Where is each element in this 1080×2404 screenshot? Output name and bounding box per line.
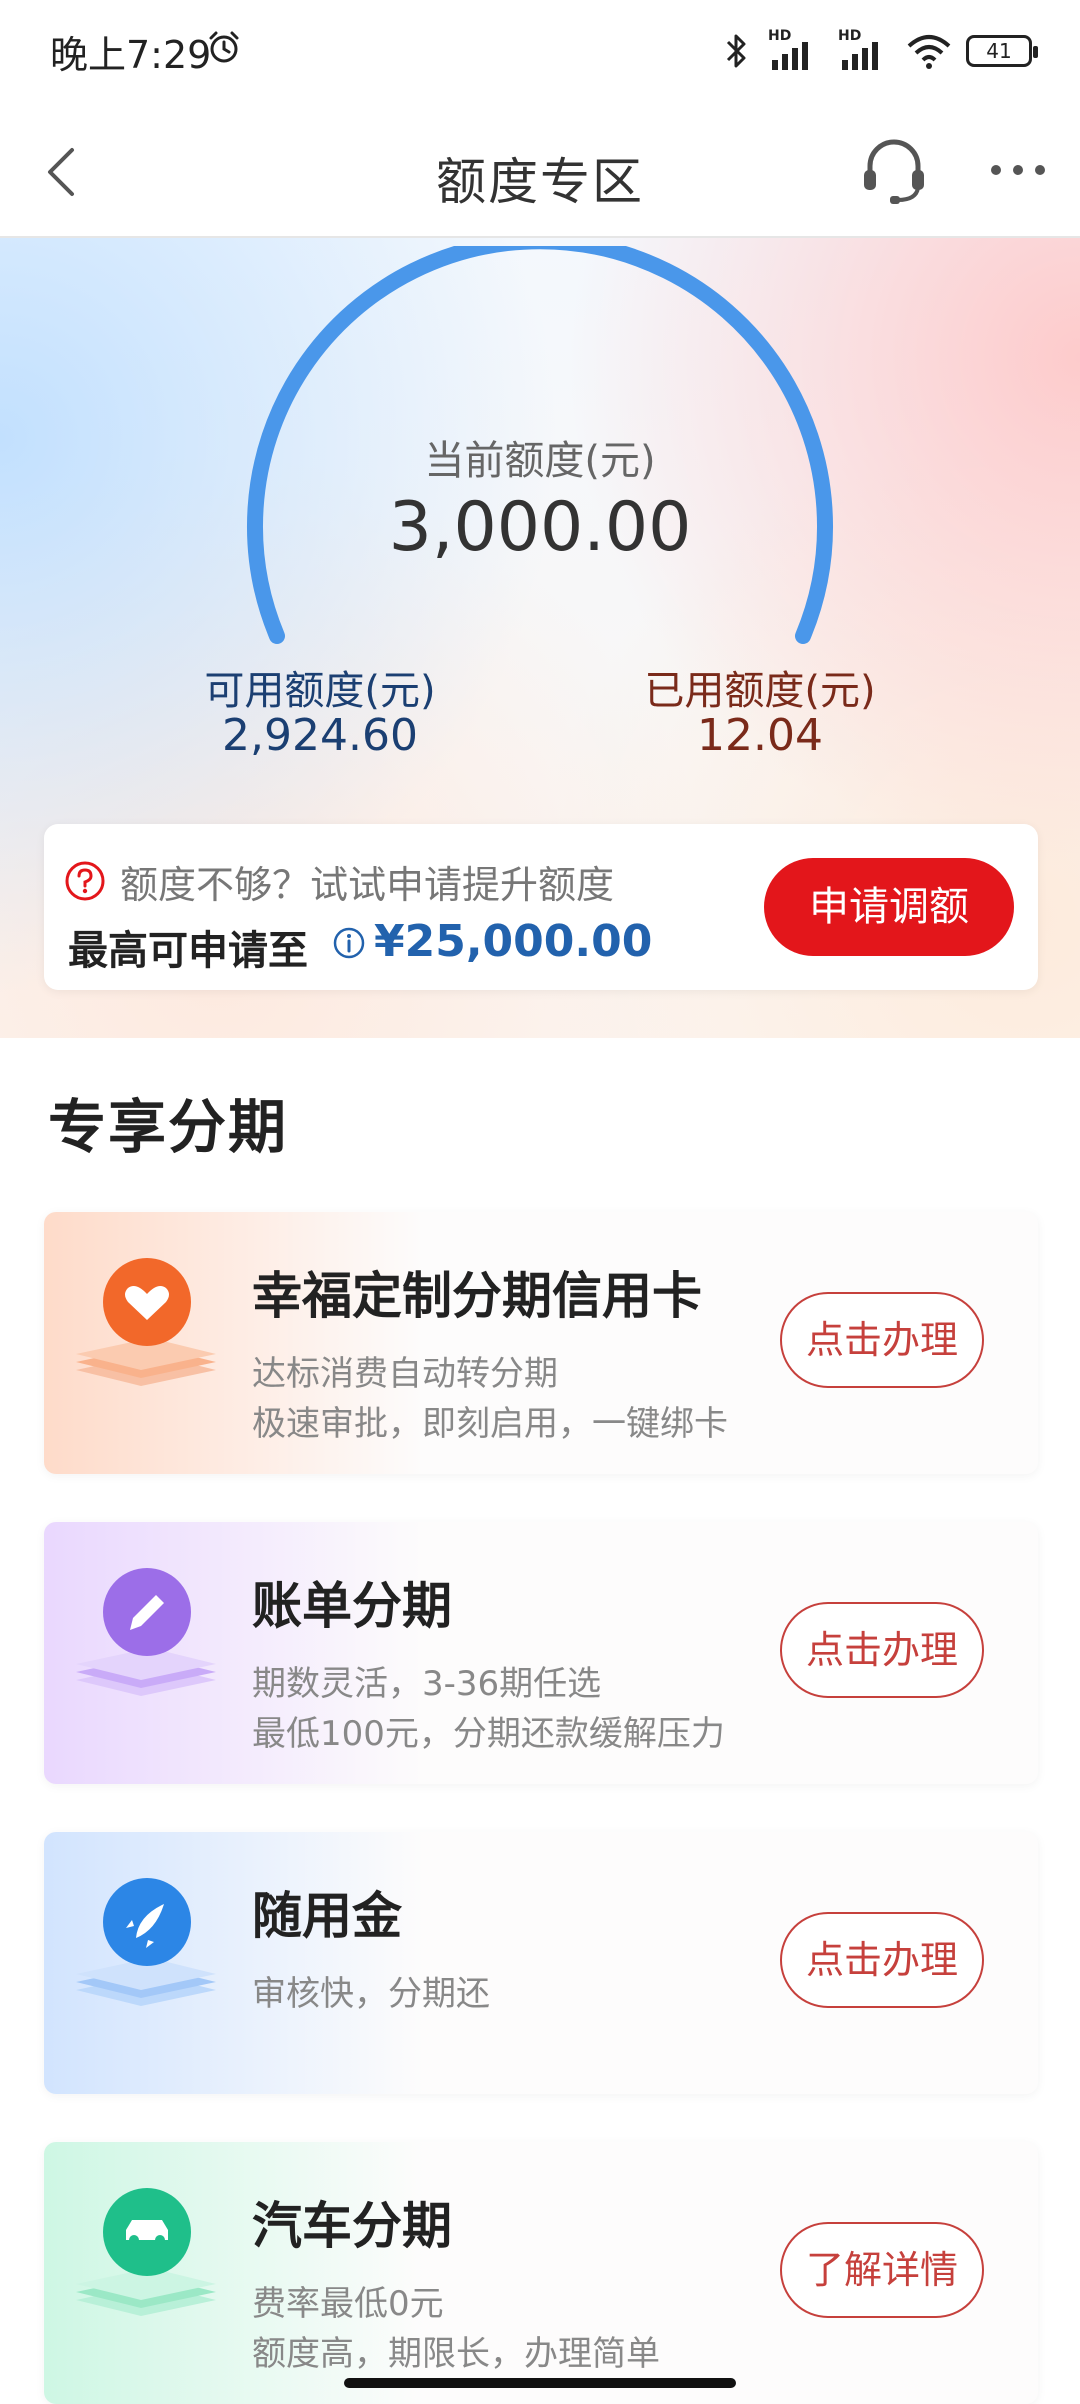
customer-service-icon[interactable] — [858, 134, 930, 206]
apply-button[interactable]: 点击办理 — [780, 1292, 984, 1388]
product-card-car-installment[interactable]: 汽车分期 费率最低0元 额度高，期限长，办理简单 了解详情 — [44, 2142, 1038, 2404]
apply-button[interactable]: 点击办理 — [780, 1912, 984, 2008]
heart-icon — [76, 1258, 216, 1386]
pencil-icon — [76, 1568, 216, 1696]
signal-2-icon: HD — [836, 28, 892, 72]
used-limit-value: 12.04 — [697, 710, 823, 761]
section-title: 专享分期 — [48, 1093, 289, 1161]
product-desc: 极速审批，即刻启用，一键绑卡 — [252, 1404, 728, 1444]
product-desc: 审核快，分期还 — [252, 1974, 490, 2014]
status-time: 晚上7:29 — [50, 33, 212, 77]
product-desc: 费率最低0元 — [252, 2284, 444, 2324]
status-bar: 晚上7:29 HD HD 41 — [0, 0, 1080, 100]
product-desc: 期数灵活，3-36期任选 — [252, 1664, 602, 1704]
more-options-icon[interactable] — [988, 162, 1048, 178]
wifi-icon — [907, 35, 951, 69]
current-limit-value: 3,000.00 — [388, 488, 692, 567]
product-card-cash-loan[interactable]: 随用金 审核快，分期还 点击办理 — [44, 1832, 1038, 2094]
current-limit-label: 当前额度(元) — [424, 438, 656, 484]
limit-tip-text: 额度不够？试试申请提升额度 — [120, 863, 615, 907]
nav-bar: 额度专区 — [0, 100, 1080, 238]
question-icon — [65, 861, 105, 901]
product-desc: 达标消费自动转分期 — [252, 1354, 558, 1394]
product-desc: 最低100元，分期还款缓解压力 — [252, 1714, 725, 1754]
apply-increase-button[interactable]: 申请调额 — [764, 858, 1014, 956]
info-icon[interactable] — [332, 926, 366, 960]
rocket-icon — [76, 1878, 216, 2006]
home-indicator[interactable] — [344, 2378, 736, 2388]
details-button[interactable]: 了解详情 — [780, 2222, 984, 2318]
available-limit-value: 2,924.60 — [222, 710, 418, 761]
product-desc: 额度高，期限长，办理简单 — [252, 2334, 660, 2374]
credit-overview: 当前额度(元) 3,000.00 可用额度(元) 2,924.60 已用额度(元… — [0, 238, 1080, 1038]
max-apply-value: ¥25,000.00 — [374, 916, 653, 967]
product-card-bill-installment[interactable]: 账单分期 期数灵活，3-36期任选 最低100元，分期还款缓解压力 点击办理 — [44, 1522, 1038, 1784]
signal-1-icon: HD — [766, 28, 822, 72]
max-apply-label: 最高可申请至 — [68, 928, 308, 974]
alarm-icon — [209, 31, 239, 63]
product-title: 随用金 — [252, 1887, 402, 1945]
product-title: 账单分期 — [252, 1577, 452, 1635]
status-icons: HD HD 41 — [722, 26, 1038, 76]
bluetooth-icon — [726, 34, 746, 68]
limit-increase-card: 额度不够？试试申请提升额度 最高可申请至 ¥25,000.00 申请调额 — [44, 824, 1038, 990]
car-icon — [76, 2188, 216, 2316]
apply-button[interactable]: 点击办理 — [780, 1602, 984, 1698]
product-title: 汽车分期 — [252, 2197, 452, 2255]
product-title: 幸福定制分期信用卡 — [252, 1267, 702, 1325]
product-card-happy-card[interactable]: 幸福定制分期信用卡 达标消费自动转分期 极速审批，即刻启用，一键绑卡 点击办理 — [44, 1212, 1038, 1474]
battery-icon: 41 — [966, 35, 1038, 67]
used-limit-label: 已用额度(元) — [644, 668, 876, 714]
available-limit-label: 可用额度(元) — [204, 668, 436, 714]
